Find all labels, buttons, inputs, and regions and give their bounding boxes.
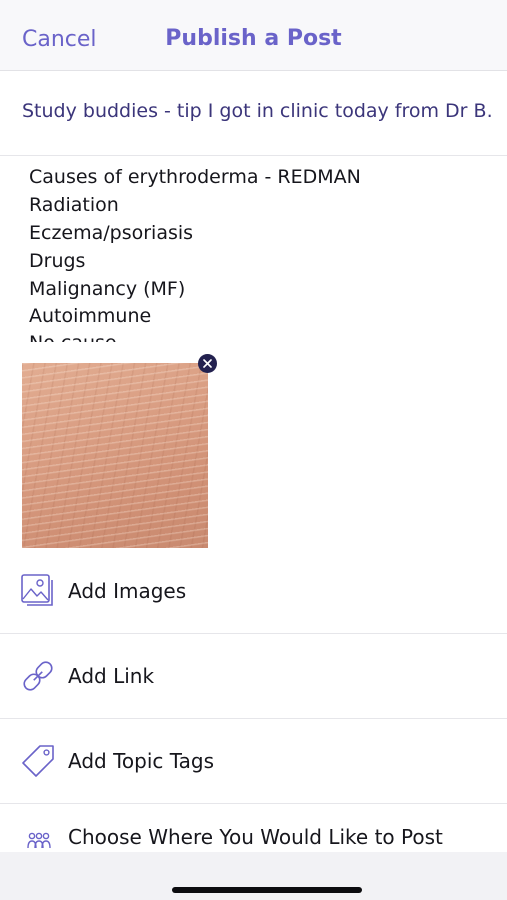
choose-post-location-button[interactable]: Choose Where You Would Like to Post xyxy=(0,804,507,852)
group-icon xyxy=(27,832,51,849)
add-link-label: Add Link xyxy=(68,664,155,688)
add-link-button[interactable]: Add Link xyxy=(0,634,507,719)
body-line: Malignancy (MF) xyxy=(29,278,186,300)
close-icon xyxy=(203,359,212,368)
nav-header: Cancel Publish a Post xyxy=(0,0,507,71)
home-indicator[interactable] xyxy=(172,887,362,893)
add-images-button[interactable]: Add Images xyxy=(0,549,507,634)
post-body-field[interactable]: Causes of erythroderma - REDMAN Radiatio… xyxy=(0,160,507,342)
choose-post-location-label: Choose Where You Would Like to Post xyxy=(68,825,443,849)
attached-skin-photo[interactable] xyxy=(22,363,208,548)
remove-image-button[interactable] xyxy=(198,354,217,373)
body-line: Radiation xyxy=(29,194,119,216)
body-line: Drugs xyxy=(29,250,86,272)
divider xyxy=(0,155,507,156)
body-line: Autoimmune xyxy=(29,305,152,327)
add-topic-tags-label: Add Topic Tags xyxy=(68,749,215,773)
body-line: No cause xyxy=(29,332,117,342)
body-line: Eczema/psoriasis xyxy=(29,222,194,244)
post-title-field[interactable]: Study buddies - tip I got in clinic toda… xyxy=(22,100,493,122)
add-topic-tags-button[interactable]: Add Topic Tags xyxy=(0,719,507,804)
images-icon xyxy=(21,574,53,606)
tag-icon xyxy=(22,745,54,777)
link-icon xyxy=(23,661,53,691)
body-line: Causes of erythroderma - REDMAN xyxy=(29,166,361,188)
page-title: Publish a Post xyxy=(165,26,342,51)
add-images-label: Add Images xyxy=(68,579,187,603)
